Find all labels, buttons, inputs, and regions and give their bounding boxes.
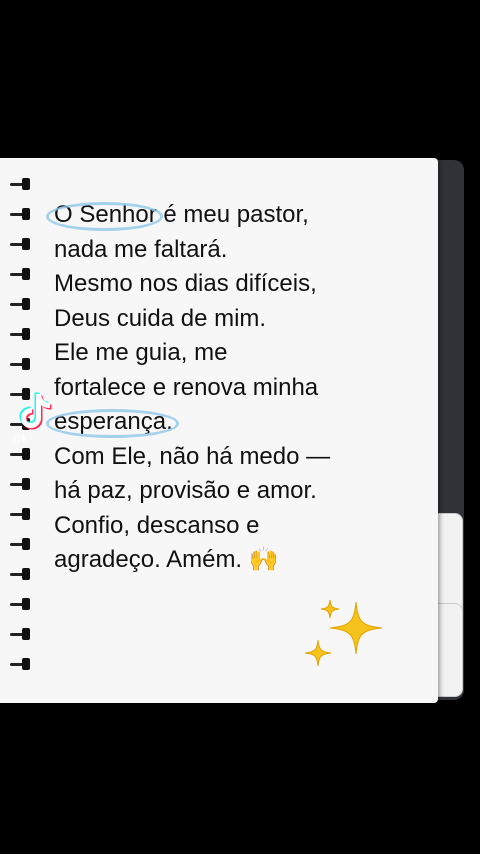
binder-ring (10, 628, 34, 640)
binder-ring (10, 508, 34, 520)
binder-ring (10, 238, 34, 250)
text-line: Mesmo nos dias difíceis, (54, 270, 317, 297)
tiktok-logo-icon (19, 392, 52, 430)
text-line: Com Ele, não há medo — (54, 442, 331, 470)
binder-ring (10, 328, 34, 340)
text-line: há paz, provisão e amor. (54, 477, 317, 504)
sparkles-icon (304, 599, 383, 667)
page-tab (434, 603, 463, 697)
binder-ring (10, 538, 34, 550)
text-line: Ele me guia, me (54, 339, 228, 366)
text-line: Deus cuida de mim. (54, 304, 267, 332)
binder-ring (10, 448, 34, 460)
text-line: fortalece e renova minha (54, 373, 319, 401)
text-line: agradeço. Amém. 🙌 (54, 546, 279, 573)
binder-ring (10, 598, 34, 610)
binder-ring (10, 358, 34, 370)
text-line: nada me faltará. (54, 235, 228, 263)
prayer-text: O Senhor é meu pastor, nada me faltará. … (46, 198, 414, 578)
text-line: O Senhor é meu pastor, (46, 198, 414, 233)
binder-ring (10, 568, 34, 580)
notebook-page: O Senhor é meu pastor, nada me faltará. … (0, 158, 438, 703)
text-line: esperança. (46, 405, 414, 440)
highlighted-word: O Senhor (46, 198, 163, 233)
binder-ring (10, 478, 34, 490)
binder-ring (10, 298, 34, 310)
binder-ring (10, 208, 34, 220)
tiktok-handle: @k (12, 434, 28, 445)
binder-ring (10, 268, 34, 280)
binder-ring (10, 658, 34, 670)
highlighted-word: esperança. (46, 405, 179, 440)
text-line: Confio, descanso e (54, 511, 260, 539)
notebook: O Senhor é meu pastor, nada me faltará. … (0, 158, 466, 703)
binder-ring (10, 178, 34, 190)
